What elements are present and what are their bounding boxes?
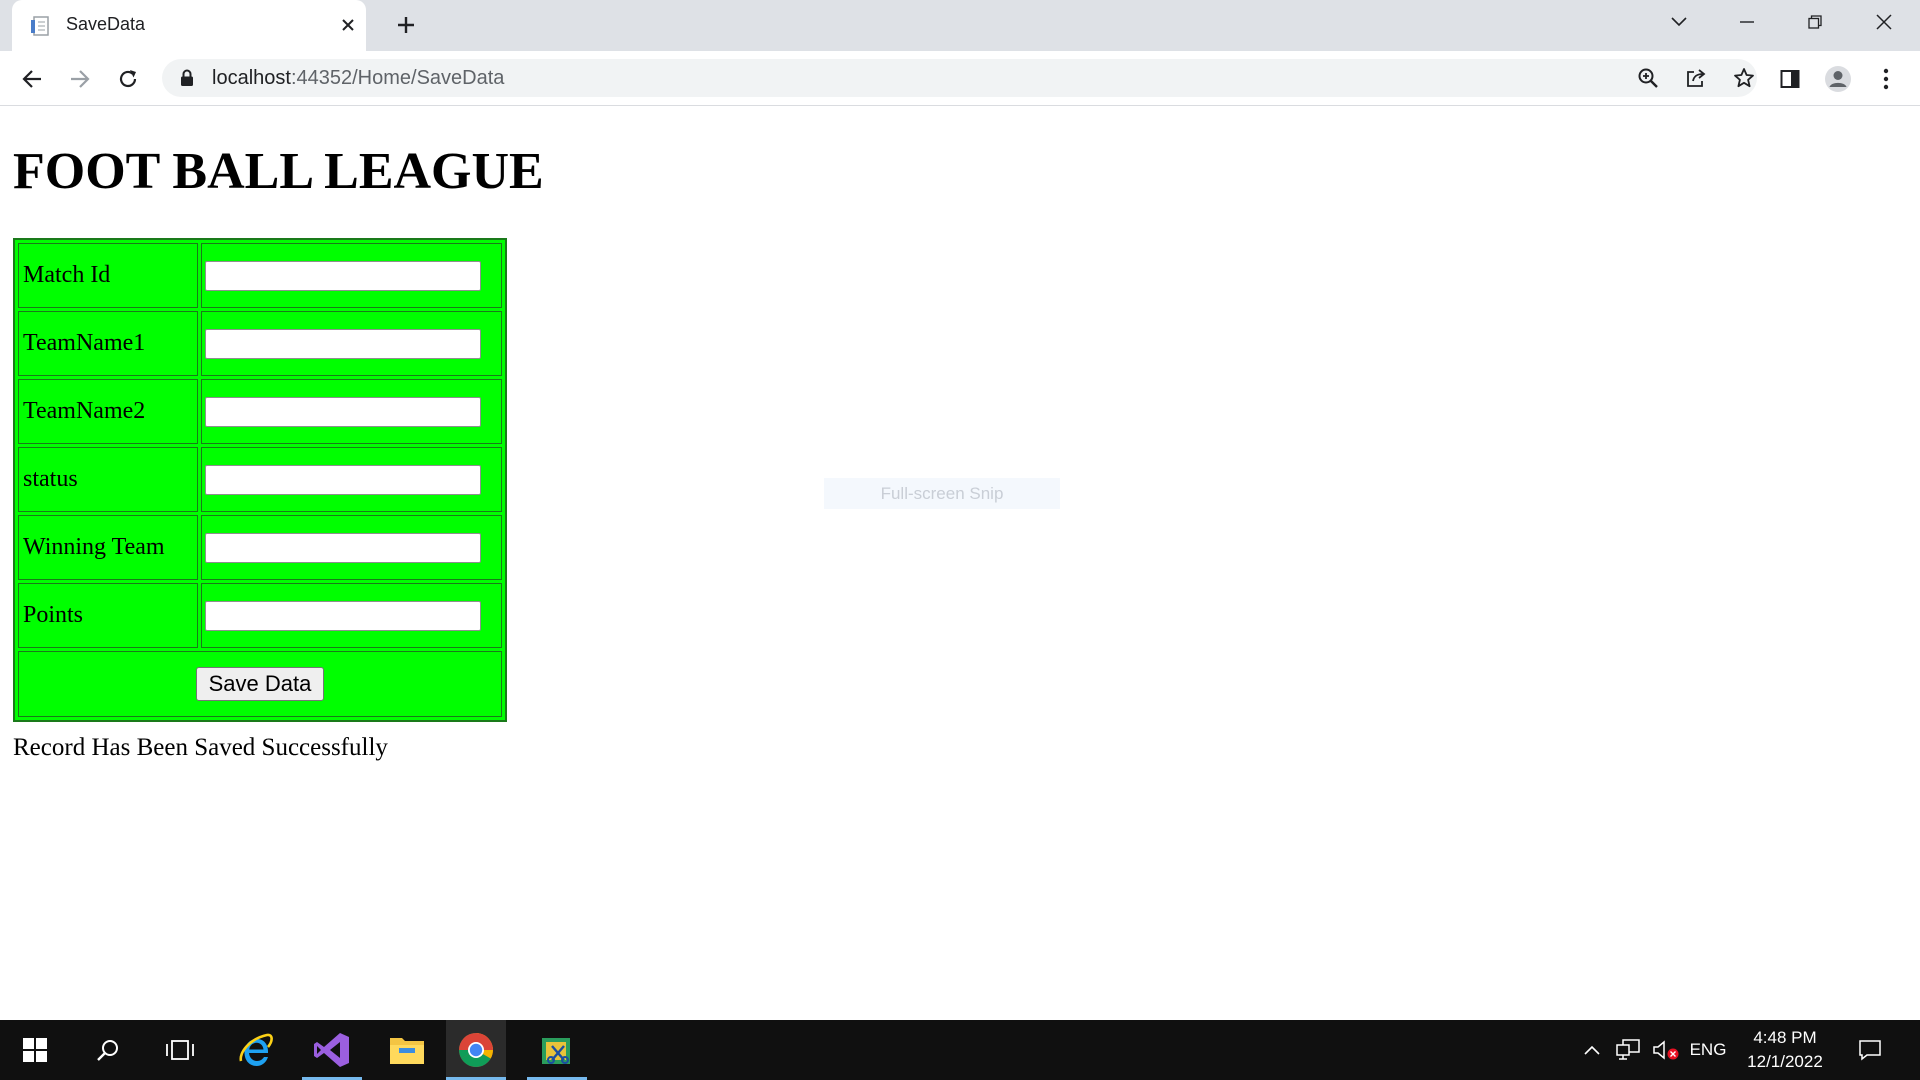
taskbar-snipping-tool[interactable] [527,1020,587,1080]
url-path: :44352/Home/SaveData [290,67,505,89]
zoom-icon[interactable] [1634,64,1662,92]
folder-icon [390,1038,424,1064]
status-input[interactable] [205,464,481,495]
browser-toolbar: localhost:44352/Home/SaveData [0,51,1920,106]
volume-muted-icon [1653,1040,1679,1060]
notification-icon [1859,1040,1881,1061]
match-id-input[interactable] [205,260,481,291]
form-row-teamname1: TeamName1 [18,311,502,376]
page-title: FOOT BALL LEAGUE [13,143,544,200]
taskbar-chrome[interactable] [446,1020,506,1080]
start-button[interactable] [5,1020,65,1080]
chevron-up-icon [1584,1045,1600,1055]
network-icon [1616,1039,1640,1060]
side-panel-icon[interactable] [1772,61,1808,97]
task-view-button[interactable] [150,1020,210,1080]
reload-button[interactable] [110,61,146,97]
forward-button[interactable] [62,61,98,97]
network-button[interactable] [1612,1020,1644,1080]
save-data-form: Match Id TeamName1 TeamName2 status Winn… [13,238,507,722]
search-icon [97,1040,118,1061]
volume-button[interactable] [1650,1020,1682,1080]
tab-title: SaveData [66,14,146,34]
internet-explorer-icon [239,1033,273,1066]
profile-avatar-icon[interactable] [1820,61,1856,97]
browser-menu-icon[interactable] [1868,61,1904,97]
taskbar-file-explorer[interactable] [377,1020,437,1080]
taskbar-internet-explorer[interactable] [226,1020,286,1080]
tab-strip: SaveData [0,0,1920,51]
tab-search-button[interactable] [1645,0,1713,44]
form-row-points: Points [18,583,502,648]
match-id-label: Match Id [18,243,198,308]
show-hidden-icons-button[interactable] [1578,1020,1606,1080]
page-content: FOOT BALL LEAGUE Match Id TeamName1 Team… [0,106,1920,1020]
winning-team-input[interactable] [205,532,481,563]
success-message: Record Has Been Saved Successfully [13,734,388,761]
chrome-icon [459,1033,493,1067]
minimize-button[interactable] [1713,0,1781,44]
back-button[interactable] [14,61,50,97]
action-center-button[interactable] [1850,1020,1890,1080]
teamname2-input[interactable] [205,396,481,427]
teamname2-label: TeamName2 [18,379,198,444]
windows-taskbar: ENG 4:48 PM 12/1/2022 [0,1020,1920,1080]
snipping-tool-icon [542,1038,570,1064]
page-favicon-icon [30,15,52,37]
form-row-match-id: Match Id [18,243,502,308]
points-input[interactable] [205,600,481,631]
close-window-button[interactable] [1850,0,1918,44]
clock[interactable]: 4:48 PM 12/1/2022 [1740,1026,1830,1074]
search-button[interactable] [78,1020,138,1080]
form-row-status: status [18,447,502,512]
share-icon[interactable] [1682,64,1710,92]
windows-logo-icon [23,1038,47,1062]
clock-date: 12/1/2022 [1747,1052,1823,1071]
form-row-submit: Save Data [18,651,502,717]
winning-team-label: Winning Team [18,515,198,580]
teamname1-input[interactable] [205,328,481,359]
save-data-button[interactable]: Save Data [195,667,325,701]
task-view-icon [166,1040,194,1060]
restore-button[interactable] [1781,0,1849,44]
url-host: localhost [212,67,291,89]
bookmark-star-icon[interactable] [1730,64,1758,92]
tab-close-icon[interactable] [335,12,361,38]
url-text[interactable]: localhost:44352/Home/SaveData [212,67,504,90]
new-tab-button[interactable] [390,9,422,41]
status-label: status [18,447,198,512]
snip-overlay-label: Full-screen Snip [824,478,1060,509]
taskbar-visual-studio[interactable] [302,1020,362,1080]
form-row-winning-team: Winning Team [18,515,502,580]
visual-studio-icon [314,1033,349,1067]
teamname1-label: TeamName1 [18,311,198,376]
points-label: Points [18,583,198,648]
lock-icon[interactable] [180,69,194,92]
browser-tab[interactable]: SaveData [12,0,366,51]
form-row-teamname2: TeamName2 [18,379,502,444]
address-bar[interactable]: localhost:44352/Home/SaveData [162,59,1757,97]
language-indicator[interactable]: ENG [1686,1020,1730,1080]
clock-time: 4:48 PM [1753,1028,1817,1047]
